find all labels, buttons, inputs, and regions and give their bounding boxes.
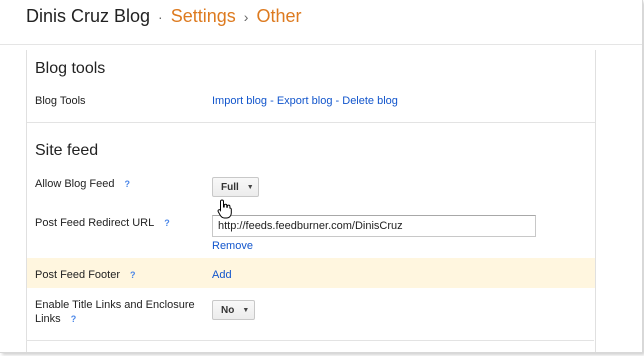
allow-blog-feed-text: Allow Blog Feed <box>35 178 115 190</box>
breadcrumb-settings[interactable]: Settings <box>171 6 236 27</box>
help-icon[interactable]: ? <box>125 179 131 189</box>
link-separator: - <box>332 95 343 107</box>
enclosure-links-value: No <box>221 304 235 316</box>
section-title-blog-tools: Blog tools <box>35 60 106 77</box>
header: Dinis Cruz Blog · Settings › Other <box>0 0 642 45</box>
section-divider <box>26 340 594 341</box>
post-feed-redirect-input[interactable] <box>212 215 536 237</box>
section-title-site-feed: Site feed <box>35 142 99 159</box>
blog-tools-label: Blog Tools <box>35 95 86 107</box>
help-icon[interactable]: ? <box>71 312 77 326</box>
blog-tools-links: Import blog - Export blog - Delete blog <box>212 95 398 107</box>
allow-blog-feed-label: Allow Blog Feed? <box>35 178 130 190</box>
delete-blog-link[interactable]: Delete blog <box>342 95 398 107</box>
post-feed-redirect-label: Post Feed Redirect URL? <box>35 217 170 229</box>
enclosure-links-text-line2: Links? <box>35 312 77 326</box>
allow-blog-feed-value: Full <box>221 181 239 193</box>
breadcrumb-separator: · <box>158 9 163 25</box>
help-icon[interactable]: ? <box>164 218 170 228</box>
post-feed-footer-text: Post Feed Footer <box>35 269 120 281</box>
import-blog-link[interactable]: Import blog <box>212 95 267 107</box>
enclosure-links-dropdown[interactable]: No ▼ <box>212 300 255 320</box>
section-divider <box>27 122 595 123</box>
breadcrumb: Dinis Cruz Blog · Settings › Other <box>26 6 301 27</box>
post-feed-redirect-text: Post Feed Redirect URL <box>35 217 155 229</box>
allow-blog-feed-dropdown[interactable]: Full ▼ <box>212 177 259 197</box>
hand-cursor-icon <box>217 199 232 219</box>
enclosure-links-label: Enable Title Links and Enclosure Links? <box>35 298 195 326</box>
help-icon[interactable]: ? <box>130 270 136 280</box>
enclosure-links-text-line1: Enable Title Links and Enclosure <box>35 299 195 311</box>
chevron-down-icon: ▼ <box>246 183 254 191</box>
blog-title[interactable]: Dinis Cruz Blog <box>26 6 150 27</box>
export-blog-link[interactable]: Export blog <box>277 95 333 107</box>
breadcrumb-separator: › <box>243 9 249 25</box>
post-feed-footer-label: Post Feed Footer? <box>35 269 136 281</box>
link-separator: - <box>267 95 277 107</box>
chevron-down-icon: ▼ <box>242 306 250 314</box>
remove-link[interactable]: Remove <box>212 240 253 252</box>
breadcrumb-other[interactable]: Other <box>256 6 301 27</box>
settings-content: Blog tools Blog Tools Import blog - Expo… <box>26 50 596 352</box>
post-feed-footer-add-link[interactable]: Add <box>212 269 232 281</box>
